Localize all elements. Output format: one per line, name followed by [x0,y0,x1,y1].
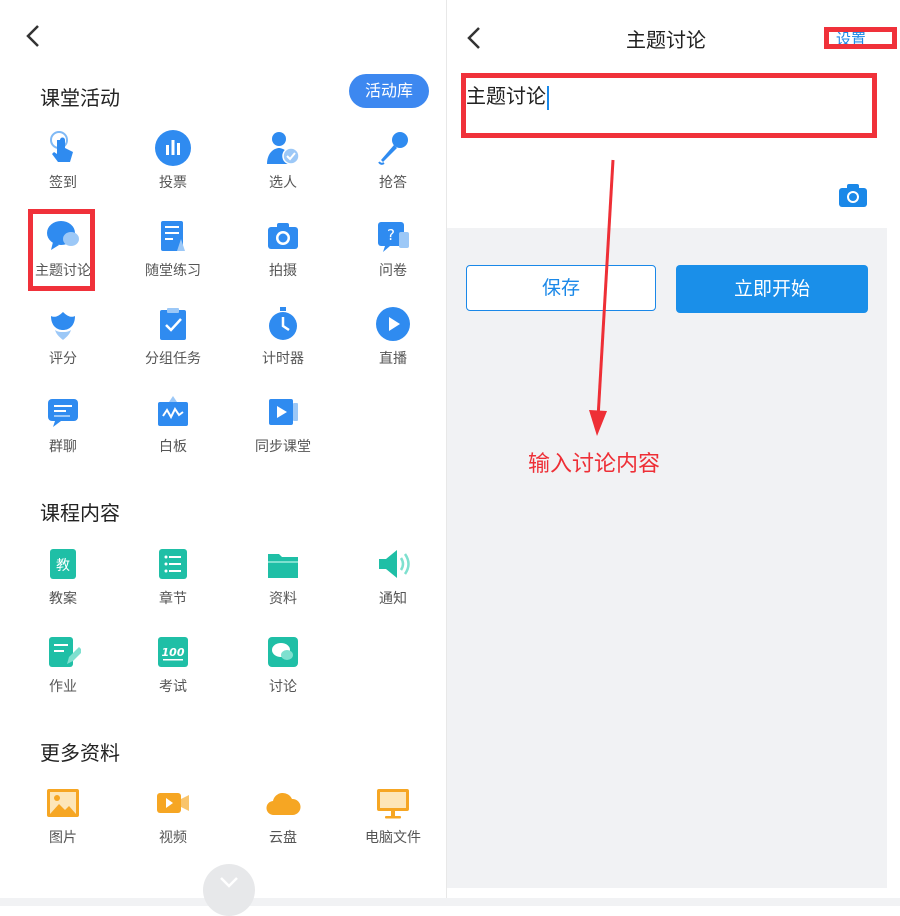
annotation-arrow [589,159,615,436]
annotation-text: 输入讨论内容 [528,452,661,477]
